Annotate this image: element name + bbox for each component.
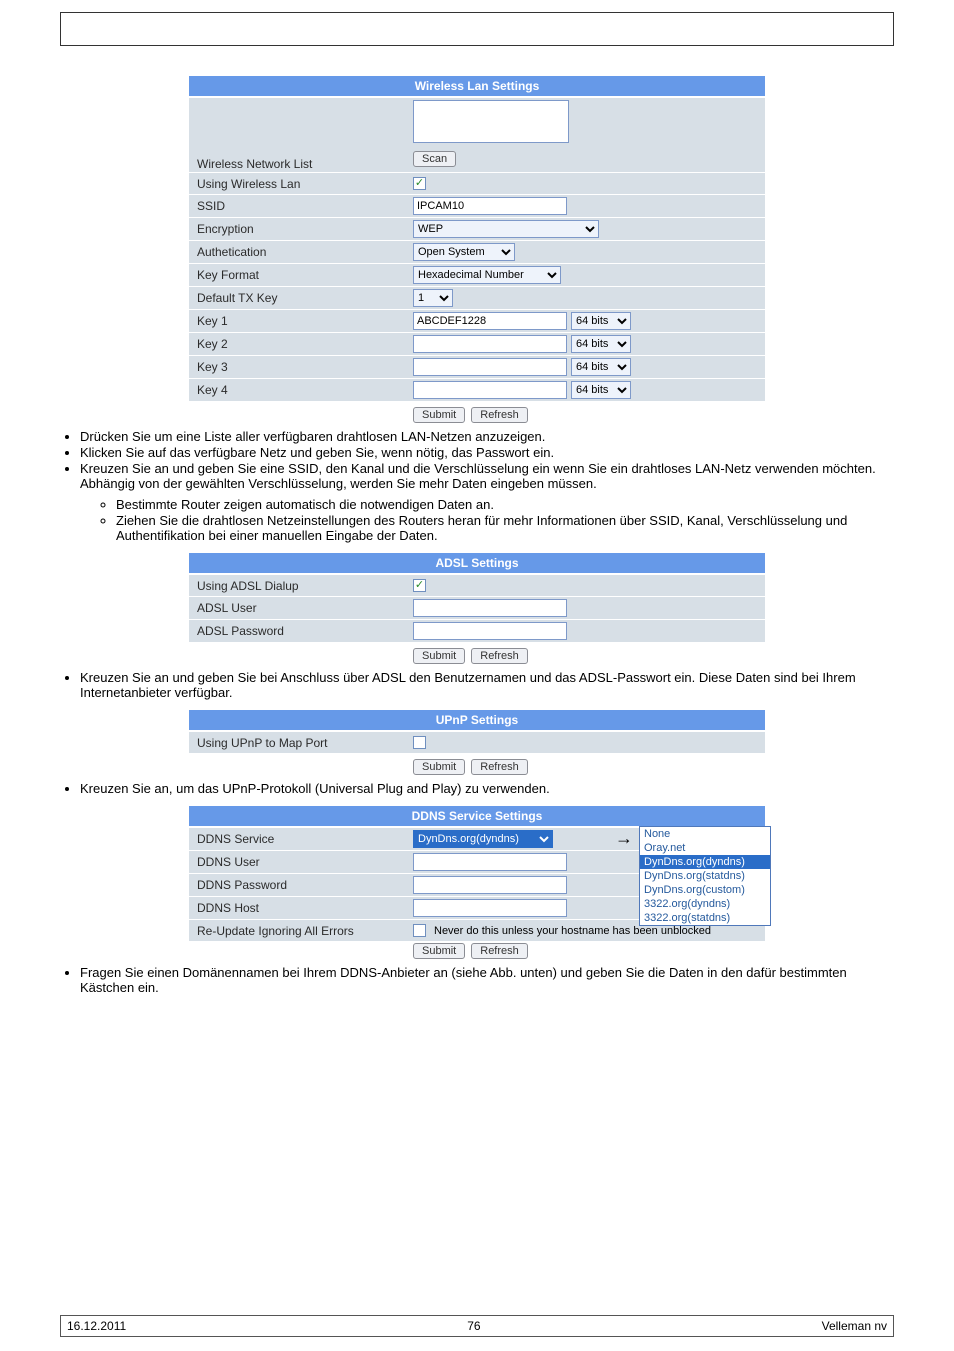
ddns-service-label: DDNS Service bbox=[189, 832, 413, 846]
ddns-refresh-button[interactable]: Refresh bbox=[471, 943, 528, 959]
key4-bits[interactable]: 64 bits bbox=[571, 381, 631, 399]
ddns-host-label: DDNS Host bbox=[189, 901, 413, 915]
instr1-item3: Kreuzen Sie an und geben Sie eine SSID, … bbox=[80, 461, 894, 543]
instructions-4: Fragen Sie einen Domänennamen bei Ihrem … bbox=[60, 965, 894, 995]
ddns-opt-none[interactable]: None bbox=[640, 827, 770, 841]
ssid-label: SSID bbox=[189, 199, 413, 213]
upnp-using-label: Using UPnP to Map Port bbox=[189, 736, 413, 750]
key3-input[interactable] bbox=[413, 358, 567, 376]
adsl-refresh-button[interactable]: Refresh bbox=[471, 648, 528, 664]
ddns-opt-3322d[interactable]: 3322.org(dyndns) bbox=[640, 897, 770, 911]
instr3-item1: Kreuzen Sie an, um das UPnP-Protokoll (U… bbox=[80, 781, 894, 796]
upnp-using-checkbox[interactable] bbox=[413, 736, 426, 749]
wireless-panel: Wireless Lan Settings Wireless Network L… bbox=[189, 76, 765, 401]
ddns-opt-dyndns[interactable]: DynDns.org(dyndns) bbox=[640, 855, 770, 869]
ddns-pass-input[interactable] bbox=[413, 876, 567, 894]
keyformat-select[interactable]: Hexadecimal Number bbox=[413, 266, 561, 284]
key2-label: Key 2 bbox=[189, 337, 413, 351]
ddns-opt-custom[interactable]: DynDns.org(custom) bbox=[640, 883, 770, 897]
ddns-opt-3322s[interactable]: 3322.org(statdns) bbox=[640, 911, 770, 925]
adsl-using-label: Using ADSL Dialup bbox=[189, 579, 413, 593]
ddns-opt-oray[interactable]: Oray.net bbox=[640, 841, 770, 855]
adsl-submit-button[interactable]: Submit bbox=[413, 648, 465, 664]
auth-label: Authetication bbox=[189, 245, 413, 259]
instructions-1: Drücken Sie um eine Liste aller verfügba… bbox=[60, 429, 894, 543]
upnp-submit-button[interactable]: Submit bbox=[413, 759, 465, 775]
instr1-item2: Klicken Sie auf das verfügbare Netz und … bbox=[80, 445, 894, 460]
upnp-title: UPnP Settings bbox=[189, 710, 765, 731]
using-wireless-label: Using Wireless Lan bbox=[189, 177, 413, 191]
footer-page: 76 bbox=[467, 1319, 480, 1333]
upnp-panel: UPnP Settings Using UPnP to Map Port bbox=[189, 710, 765, 753]
instructions-2: Kreuzen Sie an und geben Sie bei Anschlu… bbox=[60, 670, 894, 700]
adsl-pass-label: ADSL Password bbox=[189, 624, 413, 638]
header-frame bbox=[60, 12, 894, 46]
encryption-label: Encryption bbox=[189, 222, 413, 236]
wireless-network-listbox[interactable] bbox=[413, 100, 569, 143]
ddns-opt-statdns[interactable]: DynDns.org(statdns) bbox=[640, 869, 770, 883]
auth-select[interactable]: Open System bbox=[413, 243, 515, 261]
key3-label: Key 3 bbox=[189, 360, 413, 374]
wireless-submit-button[interactable]: Submit bbox=[413, 407, 465, 423]
key4-label: Key 4 bbox=[189, 383, 413, 397]
adsl-panel: ADSL Settings Using ADSL Dialup ✓ ADSL U… bbox=[189, 553, 765, 642]
key1-label: Key 1 bbox=[189, 314, 413, 328]
key1-input[interactable] bbox=[413, 312, 567, 330]
adsl-using-checkbox[interactable]: ✓ bbox=[413, 579, 426, 592]
adsl-title: ADSL Settings bbox=[189, 553, 765, 574]
ddns-reupdate-label: Re-Update Ignoring All Errors bbox=[189, 924, 413, 938]
arrow-right-icon: → bbox=[615, 828, 633, 849]
adsl-user-label: ADSL User bbox=[189, 601, 413, 615]
txkey-select[interactable]: 1 bbox=[413, 289, 453, 307]
page: Wireless Lan Settings Wireless Network L… bbox=[0, 0, 954, 1351]
wireless-network-list-label: Wireless Network List bbox=[189, 157, 413, 171]
ddns-reupdate-checkbox[interactable] bbox=[413, 924, 426, 937]
using-wireless-checkbox[interactable]: ✓ bbox=[413, 177, 426, 190]
ddns-pass-label: DDNS Password bbox=[189, 878, 413, 892]
ddns-service-select[interactable]: DynDns.org(dyndns) bbox=[413, 830, 553, 848]
ddns-user-label: DDNS User bbox=[189, 855, 413, 869]
ddns-reupdate-note: Never do this unless your hostname has b… bbox=[434, 925, 711, 937]
instr1-sub1: Bestimmte Router zeigen automatisch die … bbox=[116, 497, 894, 512]
upnp-refresh-button[interactable]: Refresh bbox=[471, 759, 528, 775]
scan-button[interactable]: Scan bbox=[413, 151, 456, 167]
wireless-refresh-button[interactable]: Refresh bbox=[471, 407, 528, 423]
ddns-title: DDNS Service Settings bbox=[189, 806, 765, 827]
key3-bits[interactable]: 64 bits bbox=[571, 358, 631, 376]
instr1-sub2: Ziehen Sie die drahtlosen Netzeinstellun… bbox=[116, 513, 894, 543]
instr1-item1: Drücken Sie um eine Liste aller verfügba… bbox=[80, 429, 894, 444]
adsl-user-input[interactable] bbox=[413, 599, 567, 617]
key1-bits[interactable]: 64 bits bbox=[571, 312, 631, 330]
footer: 16.12.2011 76 Velleman nv bbox=[60, 1315, 894, 1337]
ddns-submit-button[interactable]: Submit bbox=[413, 943, 465, 959]
instructions-3: Kreuzen Sie an, um das UPnP-Protokoll (U… bbox=[20, 781, 894, 796]
ddns-host-input[interactable] bbox=[413, 899, 567, 917]
footer-date: 16.12.2011 bbox=[67, 1319, 126, 1333]
encryption-select[interactable]: WEP bbox=[413, 220, 599, 238]
keyformat-label: Key Format bbox=[189, 268, 413, 282]
instr2-item1: Kreuzen Sie an und geben Sie bei Anschlu… bbox=[80, 670, 894, 700]
adsl-pass-input[interactable] bbox=[413, 622, 567, 640]
txkey-label: Default TX Key bbox=[189, 291, 413, 305]
ssid-input[interactable] bbox=[413, 197, 567, 215]
ddns-user-input[interactable] bbox=[413, 853, 567, 871]
key4-input[interactable] bbox=[413, 381, 567, 399]
key2-bits[interactable]: 64 bits bbox=[571, 335, 631, 353]
wireless-title: Wireless Lan Settings bbox=[189, 76, 765, 97]
instr4-item1: Fragen Sie einen Domänennamen bei Ihrem … bbox=[80, 965, 894, 995]
footer-company: Velleman nv bbox=[822, 1319, 887, 1333]
ddns-options-popup[interactable]: None Oray.net DynDns.org(dyndns) DynDns.… bbox=[639, 826, 771, 926]
key2-input[interactable] bbox=[413, 335, 567, 353]
